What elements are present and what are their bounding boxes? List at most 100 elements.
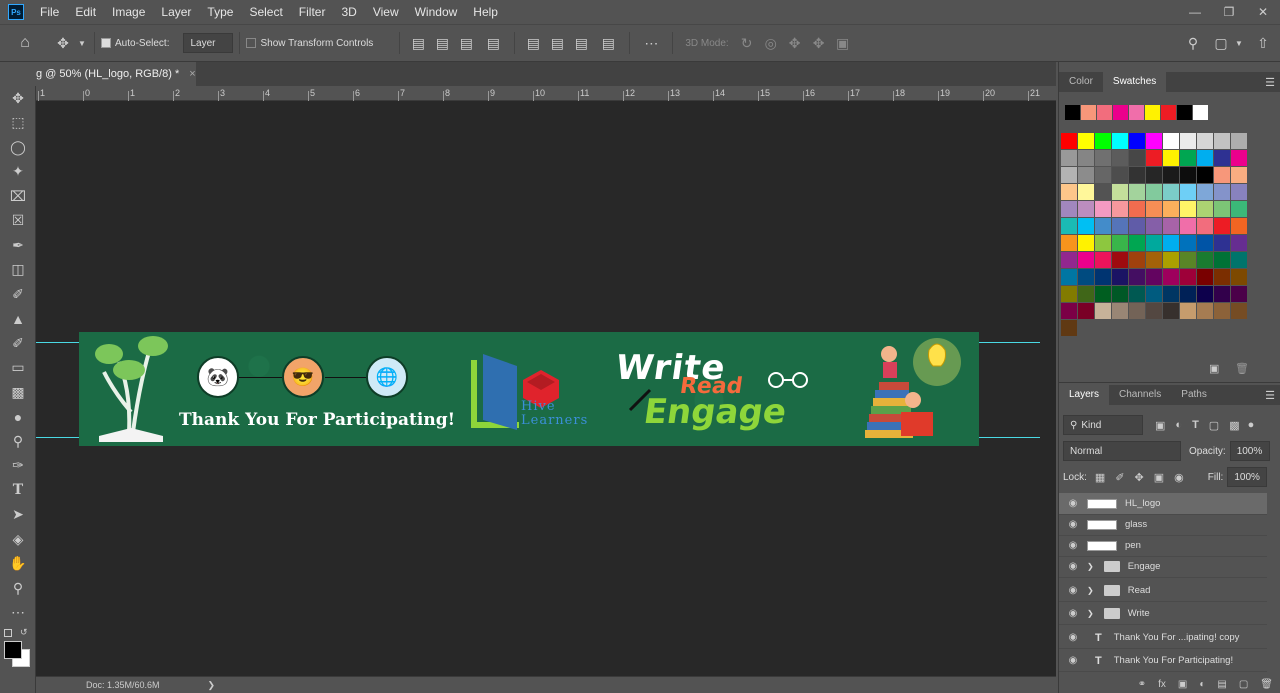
align-middle-icon[interactable]: ▤ (545, 35, 569, 52)
lock-all-icon[interactable]: ◉ (1174, 471, 1184, 484)
healing-brush-tool-icon[interactable]: ◫ (0, 258, 36, 283)
brush-tool-icon[interactable]: ✐ (0, 282, 36, 307)
swatch[interactable] (1193, 105, 1208, 120)
swatch[interactable] (1180, 167, 1196, 183)
swatch[interactable] (1214, 184, 1230, 200)
swatch[interactable] (1061, 235, 1077, 251)
swatch[interactable] (1214, 303, 1230, 319)
swatch[interactable] (1146, 201, 1162, 217)
swatch[interactable] (1129, 235, 1145, 251)
swatch[interactable] (1095, 133, 1111, 149)
panel-menu-icon[interactable]: ☰ (1265, 389, 1275, 402)
chevron-right-icon[interactable]: ❯ (1087, 609, 1094, 618)
swatch[interactable] (1129, 133, 1145, 149)
distribute-vertical-icon[interactable]: ▤ (593, 35, 623, 52)
visibility-eye-icon[interactable]: ◉ (1059, 519, 1087, 530)
swatch[interactable] (1112, 150, 1128, 166)
link-layers-icon[interactable]: ⚭ (1138, 679, 1146, 690)
chevron-right-icon[interactable]: ❯ (1087, 586, 1094, 595)
swatch[interactable] (1163, 201, 1179, 217)
swatch[interactable] (1197, 235, 1213, 251)
new-swatch-icon[interactable]: ▣ (1209, 362, 1219, 375)
tab-channels[interactable]: Channels (1109, 385, 1171, 405)
crop-tool-icon[interactable]: ⌧ (0, 184, 36, 209)
align-center-icon[interactable]: ▤ (430, 35, 454, 52)
banner-image[interactable]: 🐼 😎 🌐 Thank You For Participating! Hive … (79, 332, 979, 446)
auto-select-target-dropdown[interactable]: Layer (183, 33, 234, 53)
swatch[interactable] (1214, 201, 1230, 217)
swatch[interactable] (1146, 133, 1162, 149)
marquee-tool-icon[interactable]: ⬚ (0, 111, 36, 136)
blend-mode-dropdown[interactable]: Normal (1063, 441, 1181, 461)
swatch[interactable] (1163, 167, 1179, 183)
menu-type[interactable]: Type (199, 0, 241, 24)
swatch[interactable] (1163, 252, 1179, 268)
layer-row[interactable]: ◉ ❯ Engage (1059, 556, 1267, 578)
swatch[interactable] (1146, 150, 1162, 166)
layer-row[interactable]: ◉ ❯ Read (1059, 580, 1267, 602)
swatch[interactable] (1197, 133, 1213, 149)
swatch[interactable] (1112, 252, 1128, 268)
swatch[interactable] (1061, 320, 1077, 336)
swatch[interactable] (1146, 286, 1162, 302)
home-icon[interactable]: ⌂ (0, 34, 50, 52)
swatch[interactable] (1095, 252, 1111, 268)
align-bottom-icon[interactable]: ▤ (569, 35, 593, 52)
swatch[interactable] (1112, 269, 1128, 285)
swatch[interactable] (1163, 150, 1179, 166)
swatch[interactable] (1180, 235, 1196, 251)
swatch[interactable] (1061, 303, 1077, 319)
opacity-input[interactable]: 100% (1229, 441, 1270, 461)
share-icon[interactable]: ⇧ (1254, 35, 1272, 52)
type-tool-icon[interactable]: T (0, 478, 36, 503)
swatch[interactable] (1129, 150, 1145, 166)
align-top-icon[interactable]: ▤ (521, 35, 545, 52)
swatch[interactable] (1197, 201, 1213, 217)
menu-file[interactable]: File (32, 0, 67, 24)
visibility-eye-icon[interactable]: ◉ (1059, 632, 1087, 643)
swatch[interactable] (1163, 303, 1179, 319)
swatch[interactable] (1112, 167, 1128, 183)
menu-3d[interactable]: 3D (333, 0, 364, 24)
swatch[interactable] (1061, 218, 1077, 234)
filter-adjustment-icon[interactable]: ◐ (1175, 419, 1182, 431)
swatch[interactable] (1078, 303, 1094, 319)
swatch[interactable] (1197, 218, 1213, 234)
swatch[interactable] (1061, 184, 1077, 200)
swatch[interactable] (1081, 105, 1096, 120)
fx-icon[interactable]: fx (1158, 679, 1166, 690)
swatch[interactable] (1095, 269, 1111, 285)
swatch[interactable] (1197, 269, 1213, 285)
swatch[interactable] (1129, 184, 1145, 200)
swatch[interactable] (1231, 150, 1247, 166)
swatch[interactable] (1146, 167, 1162, 183)
swatch[interactable] (1061, 133, 1077, 149)
swatch[interactable] (1112, 303, 1128, 319)
swatch[interactable] (1163, 269, 1179, 285)
swatch[interactable] (1112, 133, 1128, 149)
swatch[interactable] (1231, 167, 1247, 183)
3d-roll-icon[interactable]: ◎ (759, 35, 783, 52)
menu-help[interactable]: Help (465, 0, 506, 24)
swatch[interactable] (1197, 184, 1213, 200)
swatch[interactable] (1061, 286, 1077, 302)
restore-icon[interactable]: ❐ (1212, 0, 1246, 24)
swatch[interactable] (1078, 201, 1094, 217)
swatch[interactable] (1161, 105, 1176, 120)
close-icon[interactable]: × (189, 68, 195, 80)
layer-row[interactable]: ◉ ❯ Write (1059, 603, 1267, 625)
visibility-eye-icon[interactable]: ◉ (1059, 561, 1087, 572)
fill-input[interactable]: 100% (1227, 467, 1268, 487)
lock-transparent-icon[interactable]: ▦ (1095, 471, 1105, 484)
layer-row[interactable]: ◉ pen (1059, 535, 1267, 557)
swatch[interactable] (1078, 150, 1094, 166)
swatch[interactable] (1180, 201, 1196, 217)
swatch[interactable] (1061, 269, 1077, 285)
dodge-tool-icon[interactable]: ⚲ (0, 429, 36, 454)
swatch[interactable] (1112, 286, 1128, 302)
tab-layers[interactable]: Layers (1059, 385, 1110, 405)
swatch[interactable] (1197, 150, 1213, 166)
swatch[interactable] (1163, 235, 1179, 251)
visibility-eye-icon[interactable]: ◉ (1059, 655, 1087, 666)
delete-layer-icon[interactable]: 🗑 (1260, 679, 1273, 690)
